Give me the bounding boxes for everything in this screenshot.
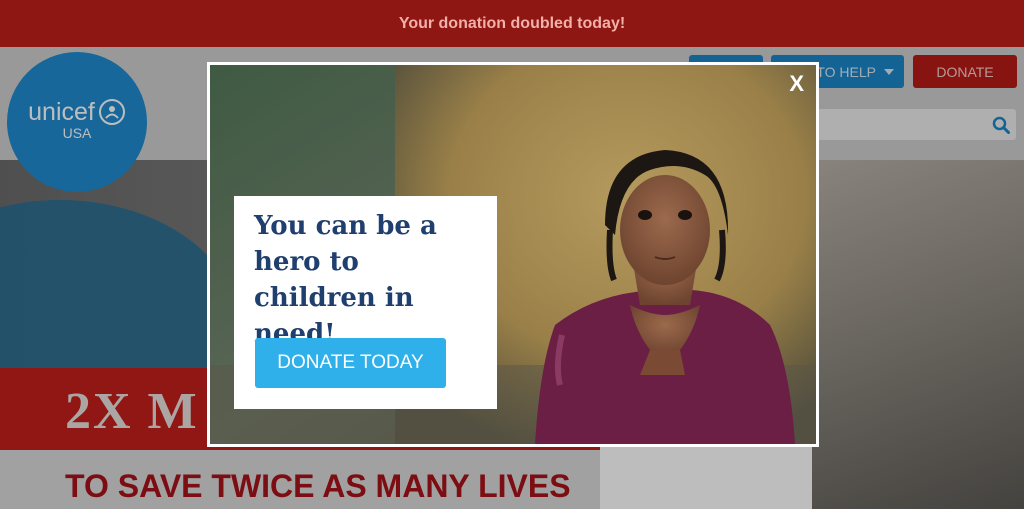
donation-modal: X You can be a hero to children in need!…: [207, 62, 819, 447]
close-icon[interactable]: X: [789, 71, 804, 97]
modal-card: You can be a hero to children in need! D…: [234, 196, 497, 409]
modal-headline: You can be a hero to children in need!: [254, 211, 437, 349]
announcement-text: Your donation doubled today!: [398, 14, 626, 32]
announcement-bar: Your donation doubled today!: [0, 0, 1024, 47]
donate-today-button[interactable]: DONATE TODAY: [255, 338, 446, 388]
donate-today-label: DONATE TODAY: [277, 352, 424, 373]
